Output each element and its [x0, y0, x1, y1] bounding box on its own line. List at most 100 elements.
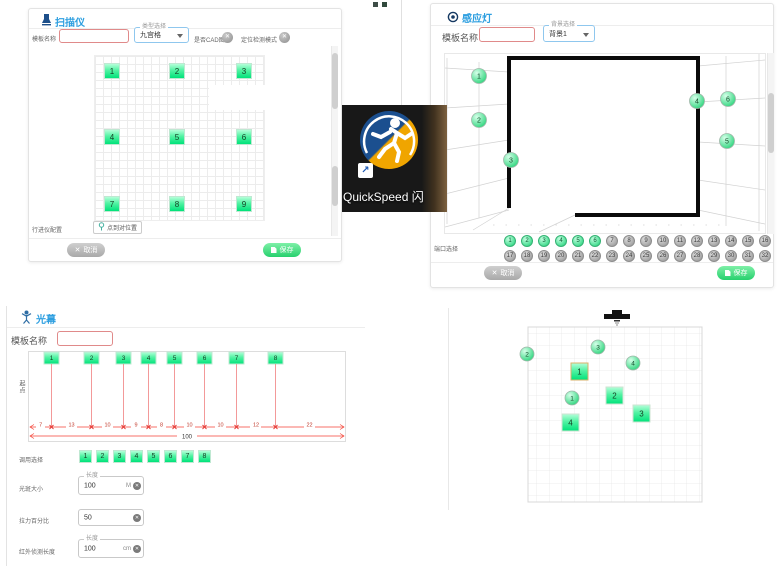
port-square[interactable]: 4 — [130, 450, 143, 463]
ir-length-label: 红外侦测长度 — [19, 547, 55, 556]
svg-text:1: 1 — [50, 355, 54, 362]
ir-length-value: 100 — [84, 545, 96, 552]
scanner-node[interactable]: 2 — [169, 63, 185, 79]
type-select-value: 九宫格 — [140, 30, 161, 40]
mode-toggle-icon[interactable]: ✕ — [279, 32, 290, 43]
port[interactable]: 9 — [640, 235, 652, 247]
port[interactable]: 31 — [742, 250, 754, 262]
tension-percent-field[interactable]: 50 ✕ — [78, 509, 144, 526]
port[interactable]: 20 — [555, 250, 567, 262]
port-square[interactable]: 1 — [79, 450, 92, 463]
svg-text:2: 2 — [525, 352, 529, 359]
port[interactable]: 25 — [640, 250, 652, 262]
divider — [431, 25, 773, 26]
template-name-input[interactable] — [59, 29, 129, 43]
curtain-port-squares: 1 2 3 4 5 6 7 8 — [79, 450, 211, 463]
port[interactable]: 14 — [725, 235, 737, 247]
port[interactable]: 22 — [589, 250, 601, 262]
window-controls[interactable] — [373, 2, 389, 8]
port[interactable]: 29 — [708, 250, 720, 262]
divider — [7, 327, 365, 328]
spot-size-field[interactable]: 长度 100 M ✕ — [78, 476, 144, 495]
port[interactable]: 10 — [657, 235, 669, 247]
scanner-node[interactable]: 1 — [104, 63, 120, 79]
port[interactable]: 11 — [674, 235, 686, 247]
gear-icon[interactable]: ✕ — [133, 514, 141, 522]
svg-text:1: 1 — [570, 396, 574, 403]
port-square[interactable]: 5 — [147, 450, 160, 463]
scanner-node[interactable]: 9 — [236, 196, 252, 212]
scanner-scrollbar[interactable] — [331, 46, 338, 236]
port[interactable]: 17 — [504, 250, 516, 262]
port[interactable]: 18 — [521, 250, 533, 262]
port-square[interactable]: 2 — [96, 450, 109, 463]
svg-text:22: 22 — [306, 423, 312, 429]
port[interactable]: 1 — [504, 235, 516, 247]
save-button[interactable]: 保存 — [263, 243, 301, 257]
light-markers: 1 2 3 4 6 5 — [472, 69, 736, 168]
cad-toggle-icon[interactable]: ✕ — [222, 32, 233, 43]
scanner-node[interactable]: 4 — [104, 129, 120, 145]
svg-text:1: 1 — [577, 368, 582, 377]
port[interactable]: 23 — [606, 250, 618, 262]
panel-preview-map[interactable]: 1 2 3 4 2 3 4 1 — [448, 308, 780, 510]
template-name-input[interactable] — [57, 331, 113, 346]
tension-percent-value: 50 — [84, 514, 92, 521]
port-square[interactable]: 7 — [181, 450, 194, 463]
port[interactable]: 2 — [521, 235, 533, 247]
scanner-node[interactable]: 6 — [236, 129, 252, 145]
gear-icon[interactable]: ✕ — [133, 545, 141, 553]
port-square[interactable]: 3 — [113, 450, 126, 463]
ports-row-2: 17 18 19 20 21 22 23 24 25 26 27 28 29 3… — [504, 250, 771, 262]
port[interactable]: 6 — [589, 235, 601, 247]
panel-scanner: 扫描仪 模板名称 类型选择 九宫格 是否CAD图 ✕ 定位检测模式 ✕ 1 2 … — [28, 8, 342, 262]
scanner-node[interactable]: 5 — [169, 129, 185, 145]
port[interactable]: 27 — [674, 250, 686, 262]
ir-length-field[interactable]: 长度 100 cm ✕ — [78, 539, 144, 558]
scene-select[interactable]: 背景选择 背景1 — [543, 25, 595, 42]
port-square[interactable]: 8 — [198, 450, 211, 463]
save-button[interactable]: 保存 — [717, 266, 755, 280]
svg-text:2: 2 — [90, 355, 94, 362]
svg-text:8: 8 — [160, 423, 163, 429]
port-square[interactable]: 6 — [164, 450, 177, 463]
port[interactable]: 30 — [725, 250, 737, 262]
port[interactable]: 8 — [623, 235, 635, 247]
port[interactable]: 19 — [538, 250, 550, 262]
port[interactable]: 3 — [538, 235, 550, 247]
port[interactable]: 26 — [657, 250, 669, 262]
port[interactable]: 4 — [555, 235, 567, 247]
scanner-node[interactable]: 3 — [236, 63, 252, 79]
port[interactable]: 21 — [572, 250, 584, 262]
total-length: 100 — [182, 435, 193, 441]
panel-sensor-light: 感应灯 模板名称 背景选择 背景1 — [430, 3, 774, 288]
close-icon: ✕ — [75, 247, 81, 254]
panel-title: 扫描仪 — [55, 14, 85, 29]
position-tab[interactable]: 点到对位置 — [93, 221, 142, 234]
cancel-button[interactable]: ✕ 取消 — [484, 266, 522, 280]
type-select[interactable]: 类型选择 九宫格 — [134, 27, 189, 43]
gear-icon[interactable]: ✕ — [133, 482, 141, 490]
scanner-node[interactable]: 8 — [169, 196, 185, 212]
room-scrollbar[interactable] — [767, 53, 774, 234]
cancel-button[interactable]: ✕ 取消 — [67, 243, 105, 257]
divider — [29, 238, 341, 239]
port[interactable]: 15 — [742, 235, 754, 247]
quickspeed-desktop-icon[interactable]: ↗ QuickSpeed 闪 — [342, 105, 447, 212]
footer-config-label: 行进仪配置 — [32, 225, 62, 234]
port[interactable]: 5 — [572, 235, 584, 247]
port[interactable]: 32 — [759, 250, 771, 262]
curtain-canvas[interactable]: 1 2 3 4 5 6 7 8 — [28, 351, 348, 444]
ports-row-1: 1 2 3 4 5 6 7 8 9 10 11 12 13 14 15 16 — [504, 235, 771, 247]
port[interactable]: 28 — [691, 250, 703, 262]
template-name-input[interactable] — [479, 27, 535, 42]
scanner-node[interactable]: 7 — [104, 196, 120, 212]
room-canvas[interactable]: 1 2 3 4 6 5 — [444, 53, 766, 234]
port[interactable]: 13 — [708, 235, 720, 247]
port[interactable]: 24 — [623, 250, 635, 262]
port[interactable]: 7 — [606, 235, 618, 247]
port[interactable]: 12 — [691, 235, 703, 247]
ceiling-device-icon — [604, 310, 630, 325]
svg-text:5: 5 — [173, 355, 177, 362]
port[interactable]: 16 — [759, 235, 771, 247]
